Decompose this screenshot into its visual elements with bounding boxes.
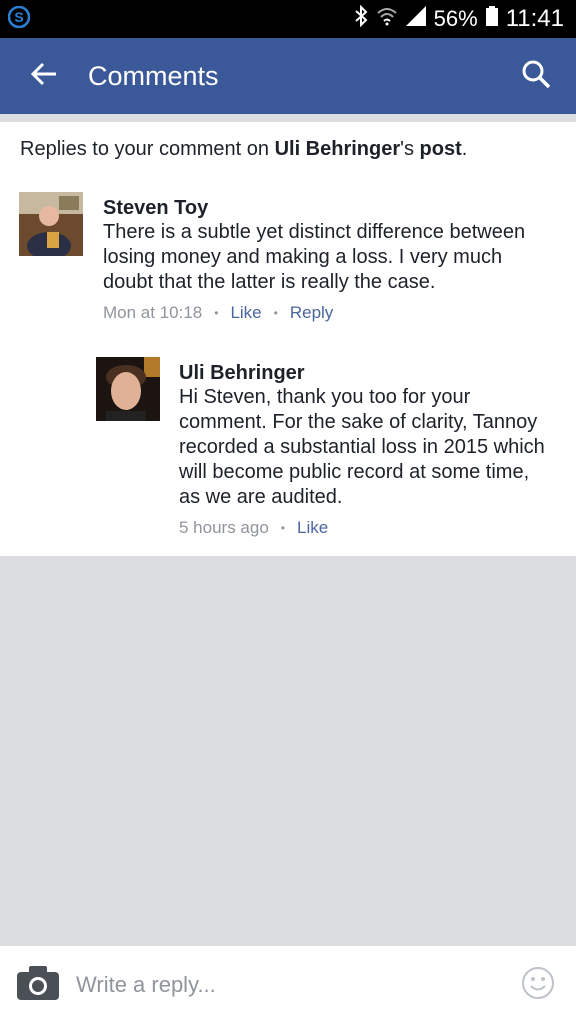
comments-panel: Replies to your comment on Uli Behringer… — [0, 122, 576, 556]
like-button[interactable]: Like — [230, 303, 261, 323]
skype-icon: S — [7, 5, 31, 33]
comment: Steven Toy There is a subtle yet distinc… — [19, 192, 559, 332]
comment-body: Steven Toy There is a subtle yet distinc… — [103, 196, 543, 323]
status-bar: S 56% 11:41 — [0, 0, 576, 38]
comment-time: 5 hours ago — [179, 518, 269, 537]
reply-input[interactable] — [76, 972, 500, 998]
like-button[interactable]: Like — [297, 518, 328, 538]
emoji-icon — [521, 966, 555, 1005]
page-title: Comments — [88, 60, 219, 91]
comment-author[interactable]: Steven Toy — [103, 196, 543, 220]
battery-percent: 56% — [433, 6, 478, 31]
emoji-button[interactable] — [500, 946, 576, 1024]
comment-text: There is a subtle yet distinct differenc… — [103, 221, 526, 293]
battery-icon — [485, 6, 498, 32]
app-bar: Comments — [0, 38, 576, 114]
post-link[interactable]: post — [420, 138, 462, 160]
comment-text: Hi Steven, thank you too for your commen… — [179, 386, 545, 508]
separator-dot: • — [280, 521, 285, 535]
reply-composer — [0, 946, 576, 1024]
comment-author[interactable]: Uli Behringer — [179, 361, 549, 385]
separator-dot: • — [273, 306, 278, 320]
back-button[interactable] — [0, 38, 88, 114]
post-author-link[interactable]: Uli Behringer — [275, 138, 401, 160]
wifi-icon — [376, 6, 398, 32]
intro-text: Replies to your comment on — [20, 138, 275, 160]
search-icon — [521, 59, 551, 94]
comment-meta: 5 hours ago • Like — [179, 518, 549, 538]
camera-icon — [17, 965, 59, 1005]
comment-meta: Mon at 10:18 • Like • Reply — [103, 303, 543, 323]
avatar[interactable] — [96, 357, 160, 421]
svg-text:S: S — [14, 9, 23, 25]
signal-icon — [405, 6, 426, 32]
intro-possessive: 's — [400, 138, 420, 160]
avatar[interactable] — [19, 192, 83, 256]
bluetooth-icon — [354, 4, 368, 33]
camera-button[interactable] — [0, 946, 76, 1024]
reply-button[interactable]: Reply — [290, 303, 333, 323]
back-arrow-icon — [30, 60, 58, 93]
separator-dot: • — [214, 306, 219, 320]
comment-body: Uli Behringer Hi Steven, thank you too f… — [179, 361, 549, 538]
search-button[interactable] — [496, 38, 576, 114]
status-time: 11:41 — [505, 5, 564, 32]
intro-suffix: . — [461, 138, 468, 160]
comment-time: Mon at 10:18 — [103, 303, 203, 322]
comment-reply: Uli Behringer Hi Steven, thank you too f… — [96, 357, 560, 547]
replies-intro: Replies to your comment on Uli Behringer… — [20, 138, 467, 161]
